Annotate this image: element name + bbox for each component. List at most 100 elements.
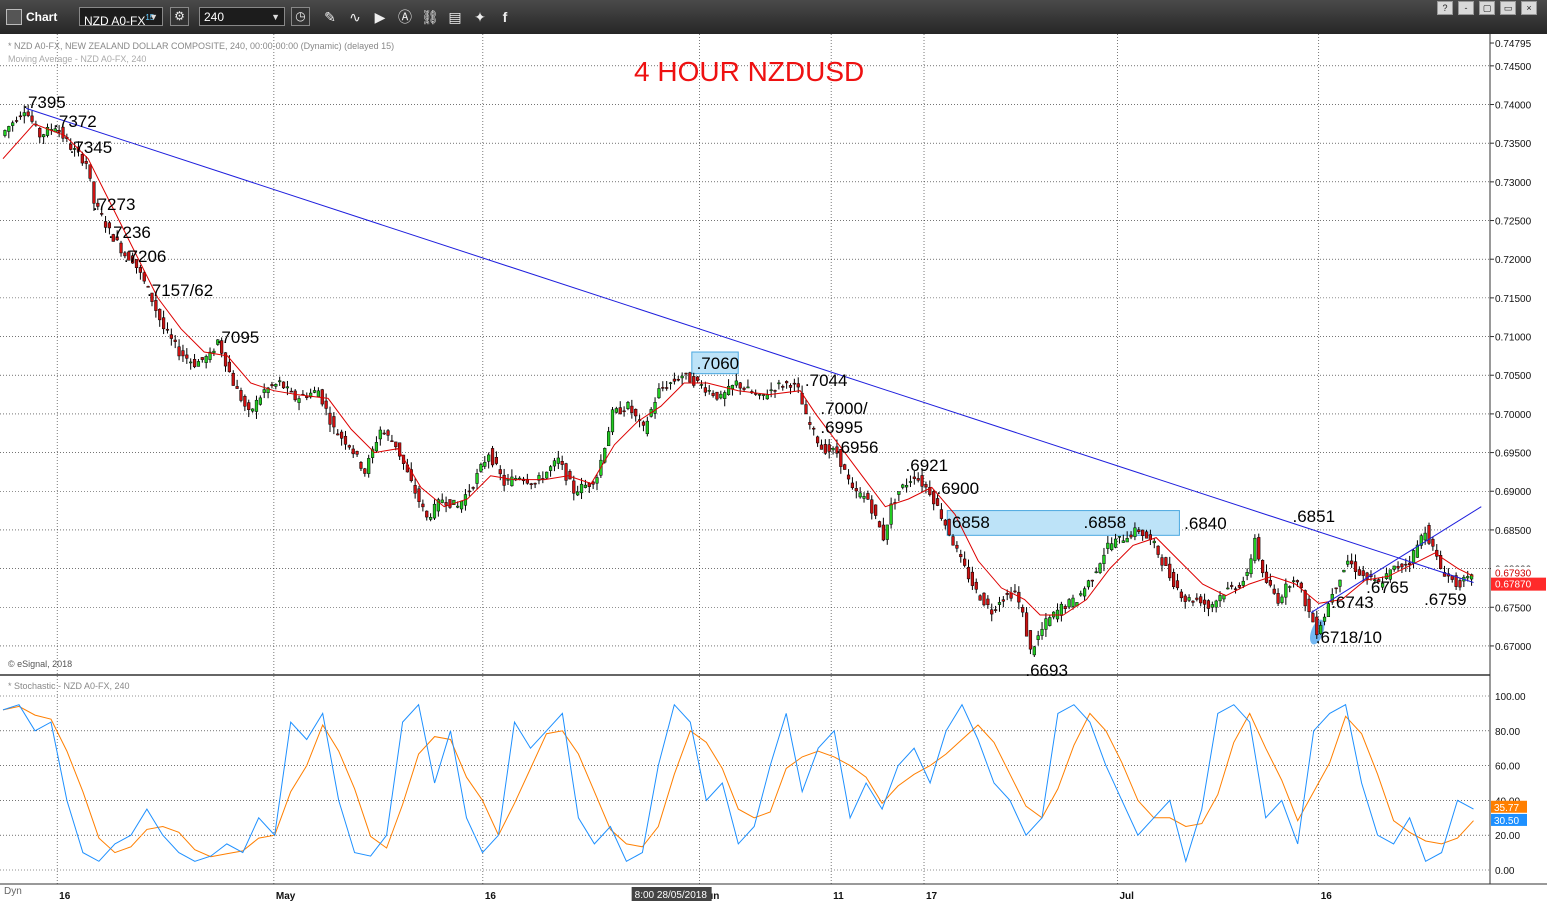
candle-body (177, 346, 181, 357)
chevron-down-icon[interactable]: ▼ (271, 8, 280, 27)
candle-body (831, 447, 835, 451)
candle-body (386, 430, 390, 436)
candle-body (340, 431, 344, 439)
comment-icon[interactable]: ▤ (445, 7, 465, 27)
candle-body (1291, 580, 1296, 582)
level-label: .7372 (54, 112, 97, 132)
candle-body (1013, 590, 1017, 593)
candle-body (274, 384, 278, 387)
time-tick-label: 16 (1321, 891, 1333, 902)
chart-toolbar: Chart NZD A0-FX15 ▼ ⚙ 240 ▼ ◷ ✎ ∿ ▶ Ⓐ ⛓ … (0, 0, 1547, 35)
restore-button[interactable]: ▢ (1479, 1, 1495, 15)
candle-body (347, 445, 351, 448)
clock-icon[interactable]: ◷ (291, 7, 310, 26)
candle-body (982, 592, 986, 606)
candle-body (158, 308, 162, 321)
candle-body (1021, 607, 1025, 613)
price-tick-label: 0.72500 (1495, 217, 1532, 228)
play-icon[interactable]: ▶ (370, 7, 390, 27)
candle-body (235, 386, 239, 389)
minimize-button[interactable]: - (1458, 1, 1474, 15)
candle-body (986, 598, 990, 606)
dyn-label[interactable]: Dyn (4, 886, 22, 897)
candle-body (1048, 617, 1052, 626)
price-chart[interactable]: 0.74795 0.74500 0.74000 0.73500 0.73000 0.725… (0, 34, 1547, 906)
candle-body (173, 339, 177, 342)
price-tick-label: 0.74000 (1495, 101, 1532, 112)
interval-value: 240 (204, 10, 225, 24)
candle-body (223, 352, 228, 367)
interval-input[interactable]: 240 ▼ (199, 7, 285, 26)
gear-icon[interactable]: ⚙ (170, 7, 189, 26)
close-button[interactable]: × (1521, 1, 1537, 15)
chart-header-line2: Moving Average - NZD A0-FX, 240 (8, 54, 147, 64)
stoch-d-value: 35.77 (1494, 803, 1519, 814)
candle-body (367, 458, 371, 474)
candle-body (189, 361, 193, 364)
candle-body (243, 396, 247, 407)
candle-body (1307, 598, 1311, 613)
candle-body (827, 444, 831, 452)
candle-body (1102, 554, 1106, 564)
level-label: .7395 (23, 93, 66, 113)
candle-body (374, 442, 379, 452)
candle-body (595, 477, 599, 484)
candle-body (1137, 529, 1141, 532)
candle-body (1350, 560, 1354, 565)
candle-body (502, 474, 506, 486)
link-icon[interactable]: ⛓ (420, 7, 440, 27)
facebook-icon[interactable]: f (495, 7, 515, 27)
chevron-down-icon[interactable]: ▼ (149, 8, 158, 27)
draw-icon[interactable]: ✎ (320, 7, 340, 27)
candle-body (212, 350, 216, 354)
candle-body (576, 491, 580, 496)
candle-body (1059, 603, 1063, 616)
crosshair-label: 8:00 28/05/2018 (635, 890, 708, 901)
candle-body (278, 380, 282, 383)
maximize-button[interactable]: ▭ (1500, 1, 1516, 15)
candle-body (103, 221, 108, 228)
candle-body (699, 384, 704, 386)
candle-body (583, 484, 588, 488)
candle-body (974, 581, 978, 590)
candle-body (769, 389, 773, 392)
candle-body (653, 401, 657, 414)
candle-body (42, 134, 46, 138)
candle-body (1202, 599, 1207, 605)
candle-body (1175, 580, 1180, 589)
candle-body (672, 378, 677, 382)
level-label: .6718/10 (1315, 628, 1382, 647)
candle-body (912, 476, 916, 479)
candle-body (1245, 572, 1249, 576)
candle-body (684, 372, 688, 375)
candle-body (518, 477, 522, 480)
candle-body (761, 394, 766, 396)
stochastic-label: * Stochastic - NZD A0-FX, 240 (8, 681, 130, 691)
candle-body (351, 448, 355, 455)
help-button[interactable]: ? (1437, 1, 1453, 15)
alert-icon[interactable]: Ⓐ (395, 7, 415, 27)
chart-link-icon[interactable]: ∿ (345, 7, 365, 27)
twitter-icon[interactable]: ✦ (470, 7, 490, 27)
candle-body (487, 454, 491, 462)
candle-body (568, 471, 572, 480)
candle-body (1141, 529, 1145, 536)
level-label: .7206 (123, 246, 167, 266)
time-tick-label: 11 (833, 891, 844, 902)
candle-body (932, 491, 936, 505)
candle-body (467, 490, 471, 493)
level-label: .7060 (696, 354, 740, 374)
candle-body (812, 427, 816, 430)
candle-body (84, 161, 88, 164)
symbol-input[interactable]: NZD A0-FX15 ▼ (79, 7, 163, 28)
level-label: .6743 (1331, 592, 1374, 612)
candle-body (754, 393, 758, 395)
copyright-label: © eSignal, 2018 (8, 659, 73, 669)
candle-body (1024, 612, 1029, 637)
chart-header-line1: * NZD A0-FX, NEW ZEALAND DOLLAR COMPOSIT… (8, 41, 395, 51)
candle-body (738, 382, 742, 389)
candle-body (1152, 540, 1156, 544)
candle-body (18, 115, 23, 118)
candle-body (88, 164, 92, 179)
candle-body (390, 440, 394, 443)
